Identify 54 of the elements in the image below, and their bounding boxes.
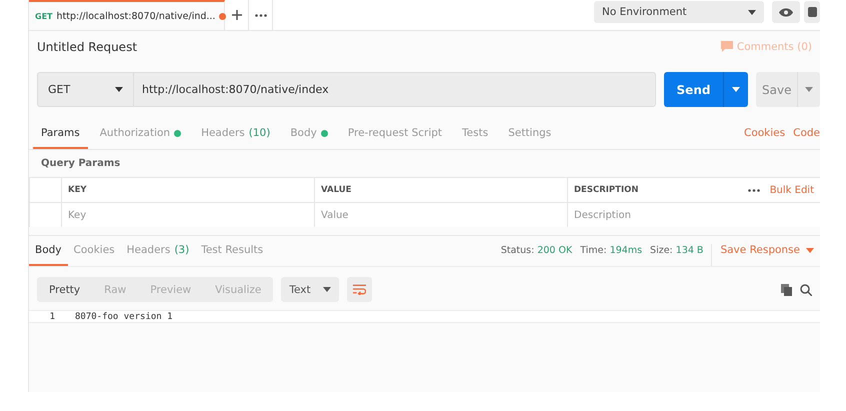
request-tab[interactable]: GET http://localhost:8070/native/ind...: [29, 0, 225, 30]
line-number: 1: [48, 312, 56, 322]
wrap-icon: [353, 284, 366, 295]
more-icon[interactable]: [748, 188, 760, 192]
param-field[interactable]: Description: [567, 202, 820, 227]
view-mode-tab[interactable]: Pretty: [37, 277, 92, 302]
eye-button[interactable]: [772, 1, 800, 23]
caret-icon: [805, 87, 814, 92]
environment-select[interactable]: No Environment: [594, 1, 764, 23]
request-tab[interactable]: Settings: [500, 127, 560, 149]
save-response-button[interactable]: Save Response: [711, 244, 820, 266]
response-stat: Time: 194ms: [580, 245, 642, 258]
request-tab[interactable]: Body: [282, 127, 336, 149]
request-tab[interactable]: Tests: [454, 127, 496, 149]
eye-icon: [779, 8, 793, 16]
more-icon: [254, 14, 266, 16]
method-label: GET: [35, 12, 52, 20]
plus-icon: [232, 10, 242, 20]
request-tab[interactable]: Params: [33, 127, 88, 149]
response-stat: Size: 134 B: [650, 245, 704, 258]
param-field[interactable]: Value: [314, 202, 567, 227]
comment-icon: [720, 41, 733, 52]
section-title: Query Params: [40, 157, 122, 171]
view-mode-tab[interactable]: Preview: [138, 277, 204, 302]
column-title: DESCRIPTION: [574, 185, 638, 195]
request-tab[interactable]: Authorization: [92, 127, 190, 149]
column-header: KEY: [61, 177, 314, 202]
response-tab[interactable]: Body: [29, 244, 68, 266]
settings-button[interactable]: [804, 1, 820, 23]
caret-icon: [748, 10, 756, 14]
request-title: Untitled Request: [37, 40, 138, 54]
response-tab[interactable]: Headers (3): [120, 244, 196, 266]
caret-icon: [732, 87, 740, 92]
response-stat: Status: 200 OK: [500, 245, 572, 258]
response-tab[interactable]: Cookies: [68, 244, 121, 266]
format-select[interactable]: Text: [281, 277, 340, 302]
request-tab[interactable]: Pre-request Script: [340, 127, 450, 149]
copy-icon[interactable]: [781, 284, 792, 296]
tab-title: http://localhost:8070/native/ind...: [56, 10, 216, 22]
wrap-button[interactable]: [347, 277, 372, 302]
link[interactable]: Code: [793, 127, 820, 149]
bulk-edit-link[interactable]: Bulk Edit: [770, 184, 814, 196]
search-icon[interactable]: [800, 284, 812, 296]
link[interactable]: Cookies: [744, 127, 786, 149]
request-tab[interactable]: Headers (10): [193, 127, 278, 149]
view-mode-tab[interactable]: Raw: [92, 277, 138, 302]
comments-button[interactable]: Comments (0): [720, 40, 812, 52]
caret-icon: [806, 248, 814, 252]
response-tab[interactable]: Test Results: [195, 244, 270, 266]
column-header: VALUE: [314, 177, 567, 202]
param-field[interactable]: Key: [61, 202, 314, 227]
view-mode-tab[interactable]: Visualize: [203, 277, 274, 302]
caret-icon: [323, 287, 332, 292]
code-line: 8070-foo version 1: [75, 312, 173, 322]
